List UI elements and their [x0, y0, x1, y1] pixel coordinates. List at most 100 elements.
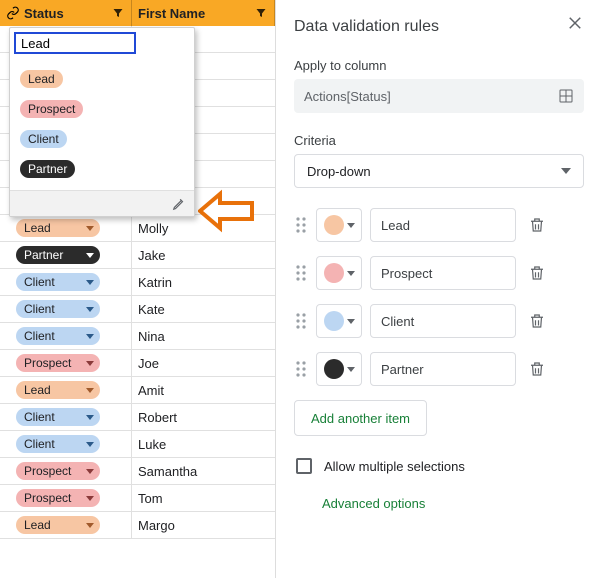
add-item-button[interactable]: Add another item	[294, 400, 427, 436]
smartchip-icon	[6, 6, 20, 20]
table-row: Prospect Samantha	[0, 458, 275, 485]
status-cell[interactable]: Prospect	[0, 458, 132, 484]
item-color-button[interactable]	[316, 352, 362, 386]
status-chip[interactable]: Client	[16, 273, 100, 291]
drag-handle-icon[interactable]	[294, 264, 308, 282]
criteria-value: Drop-down	[307, 164, 371, 179]
status-chip[interactable]: Client	[16, 327, 100, 345]
pencil-icon[interactable]	[172, 197, 186, 211]
item-color-button[interactable]	[316, 208, 362, 242]
column-header-status[interactable]: Status	[0, 0, 132, 26]
status-cell[interactable]: Client	[0, 431, 132, 457]
chevron-down-icon	[347, 223, 355, 228]
name-cell[interactable]: Margo	[132, 512, 275, 538]
drag-handle-icon[interactable]	[294, 312, 308, 330]
name-cell[interactable]: Jake	[132, 242, 275, 268]
chevron-down-icon	[86, 496, 94, 501]
name-cell[interactable]: Nina	[132, 323, 275, 349]
status-chip[interactable]: Partner	[16, 246, 100, 264]
status-chip[interactable]: Client	[16, 408, 100, 426]
status-cell[interactable]: Client	[0, 323, 132, 349]
add-item-label: Add another item	[311, 411, 410, 426]
item-value-input[interactable]: Client	[370, 304, 516, 338]
status-cell[interactable]: Client	[0, 404, 132, 430]
apply-to-range-input[interactable]: Actions[Status]	[294, 79, 584, 113]
status-cell[interactable]: Client	[0, 269, 132, 295]
status-chip[interactable]: Lead	[16, 219, 100, 237]
status-chip-label: Client	[24, 410, 55, 424]
name-cell[interactable]: Samantha	[132, 458, 275, 484]
chevron-down-icon	[86, 361, 94, 366]
status-cell[interactable]: Lead	[0, 215, 132, 241]
item-color-button[interactable]	[316, 304, 362, 338]
trash-icon[interactable]	[528, 215, 546, 235]
item-value-input[interactable]: Lead	[370, 208, 516, 242]
table-row: Lead Margo	[0, 512, 275, 539]
name-cell[interactable]: Kate	[132, 296, 275, 322]
dropdown-option[interactable]: Partner	[14, 154, 190, 184]
column-header-label: First Name	[138, 6, 205, 21]
status-cell[interactable]: Prospect	[0, 485, 132, 511]
status-chip[interactable]: Client	[16, 300, 100, 318]
panel-title: Data validation rules	[294, 18, 584, 36]
item-value-text: Partner	[381, 362, 424, 377]
chevron-down-icon	[347, 367, 355, 372]
status-chip[interactable]: Client	[16, 435, 100, 453]
criteria-select[interactable]: Drop-down	[294, 154, 584, 188]
drag-handle-icon[interactable]	[294, 360, 308, 378]
column-header-first-name[interactable]: First Name	[132, 0, 275, 26]
name-cell[interactable]: Luke	[132, 431, 275, 457]
status-cell[interactable]: Partner	[0, 242, 132, 268]
status-chip[interactable]: Prospect	[16, 354, 100, 372]
name-cell[interactable]: Amit	[132, 377, 275, 403]
range-picker-icon[interactable]	[558, 88, 574, 104]
name-cell[interactable]: Tom	[132, 485, 275, 511]
trash-icon[interactable]	[528, 311, 546, 331]
name-cell[interactable]: Robert	[132, 404, 275, 430]
item-value-input[interactable]: Prospect	[370, 256, 516, 290]
chevron-down-icon	[347, 271, 355, 276]
item-value-input[interactable]: Partner	[370, 352, 516, 386]
allow-multiple-label: Allow multiple selections	[324, 459, 465, 474]
advanced-options-label: Advanced options	[322, 496, 425, 511]
filter-icon[interactable]	[254, 7, 268, 19]
status-chip-label: Client	[24, 275, 55, 289]
status-chip[interactable]: Lead	[16, 381, 100, 399]
status-cell[interactable]: Lead	[0, 377, 132, 403]
name-cell[interactable]: Joe	[132, 350, 275, 376]
status-chip-label: Prospect	[24, 356, 71, 370]
name-cell[interactable]: Katrin	[132, 269, 275, 295]
status-chip-label: Prospect	[24, 491, 71, 505]
allow-multiple-row: Allow multiple selections	[296, 458, 584, 474]
apply-to-label: Apply to column	[294, 58, 584, 73]
dropdown-search-input[interactable]	[14, 32, 136, 54]
item-color-button[interactable]	[316, 256, 362, 290]
status-cell[interactable]: Prospect	[0, 350, 132, 376]
filter-icon[interactable]	[111, 7, 125, 19]
drag-handle-icon[interactable]	[294, 216, 308, 234]
spreadsheet-grid: Status First Name RayLeadMollyPartnerJak…	[0, 0, 276, 578]
trash-icon[interactable]	[528, 263, 546, 283]
allow-multiple-checkbox[interactable]	[296, 458, 312, 474]
close-icon[interactable]	[566, 14, 584, 32]
table-row: Client Luke	[0, 431, 275, 458]
status-chip[interactable]: Lead	[16, 516, 100, 534]
status-chip[interactable]: Prospect	[16, 462, 100, 480]
status-chip[interactable]: Prospect	[16, 489, 100, 507]
table-row: Client Katrin	[0, 269, 275, 296]
column-header-label: Status	[24, 6, 64, 21]
chevron-down-icon	[86, 388, 94, 393]
trash-icon[interactable]	[528, 359, 546, 379]
chevron-down-icon	[86, 442, 94, 447]
data-validation-panel: Data validation rules Apply to column Ac…	[276, 0, 602, 578]
dropdown-option[interactable]: Prospect	[14, 94, 190, 124]
dropdown-option[interactable]: Client	[14, 124, 190, 154]
criteria-item-row: Partner	[294, 352, 584, 386]
advanced-options-toggle[interactable]: Advanced options	[322, 496, 584, 511]
dropdown-option[interactable]: Lead	[14, 64, 190, 94]
item-value-text: Lead	[381, 218, 410, 233]
color-swatch	[324, 215, 344, 235]
status-cell[interactable]: Lead	[0, 512, 132, 538]
status-cell[interactable]: Client	[0, 296, 132, 322]
criteria-item-row: Client	[294, 304, 584, 338]
